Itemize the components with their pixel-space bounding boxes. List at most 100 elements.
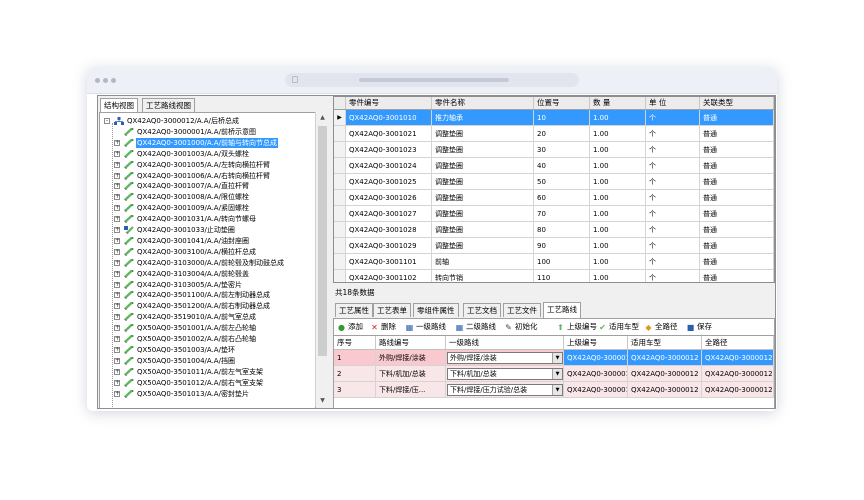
table-row[interactable]: ▶ QX42AQ0-3001010 推力轴承 10 1.00 个普通 [334,110,774,126]
part-icon [124,182,134,191]
chevron-down-icon[interactable]: ▼ [552,353,562,363]
tab-route-view[interactable]: 工艺路线视图 [142,98,195,112]
route-row[interactable]: 1 外购/焊接/涂装 外购/焊接/涂装 ▼ QX42AQ0-3000012 QX42AQ0… [334,350,774,366]
table-row[interactable]: QX42AQ0-3001028 调整垫圈 80 1.00 个普通 [334,222,774,238]
row-indicator[interactable] [334,222,346,238]
expand-icon[interactable]: + [114,292,120,299]
route-cell: 1 [334,350,376,366]
tree-scrollbar[interactable]: ▲ ▼ [315,112,329,407]
column-header[interactable]: 关联类型 [700,97,774,109]
expand-icon[interactable]: + [114,270,120,277]
table-row[interactable]: QX42AQ0-3001029 调整垫圈 90 1.00 个普通 [334,238,774,254]
table-row[interactable]: QX42AQ0-3001023 调整垫圈 30 1.00 个普通 [334,142,774,158]
vehicle-model-button[interactable]: ✔ 适用车型 [598,321,639,333]
row-indicator[interactable] [334,254,346,270]
row-indicator[interactable] [334,270,346,282]
expand-icon[interactable]: + [114,150,120,157]
table-cell: QX42AQ0-3001029 [346,238,432,254]
column-header[interactable]: 适用车型 [628,336,702,349]
expand-icon[interactable]: + [114,216,120,223]
level1-route-dropdown[interactable]: 下料/机加/总装 ▼ [447,368,563,380]
table-row[interactable]: QX42AQ0-3001102 转向节销 110 1.00 个普通 [334,270,774,282]
add-button[interactable]: ● 添加 [337,321,363,333]
table-row[interactable]: QX42AQ0-3001101 前轴 100 1.00 个普通 [334,254,774,270]
row-indicator[interactable]: ▶ [334,110,346,126]
address-bar[interactable] [285,73,579,87]
expand-icon[interactable]: + [114,205,120,212]
table-row[interactable]: QX42AQ0-3001026 调整垫圈 60 1.00 个普通 [334,190,774,206]
table-cell: QX42AQ0-3001010 [346,110,432,126]
column-header[interactable]: 数 量 [590,97,646,109]
expand-icon[interactable]: + [114,379,120,386]
column-header[interactable]: 上级编号 [564,336,628,349]
route-cell[interactable]: 下料/机加/总装 ▼ [446,366,564,382]
expand-icon[interactable]: + [114,390,120,397]
route-cell[interactable]: 外购/焊接/涂装 ▼ [446,350,564,366]
table-row[interactable]: QX42AQ0-3001024 调整垫圈 40 1.00 个普通 [334,158,774,174]
delete-button[interactable]: ✕ 删除 [370,321,396,333]
expand-icon[interactable]: + [114,357,120,364]
tree-node-label: QX42AQ0-3001041/A.A/油封座圈 [137,236,249,245]
collapse-icon[interactable]: - [104,118,110,124]
table-row[interactable]: QX42AQ0-3001025 调整垫圈 50 1.00 个普通 [334,174,774,190]
column-header[interactable]: 路线编号 [376,336,446,349]
tab-process-route[interactable]: 工艺路线 [543,302,581,318]
expand-icon[interactable]: + [114,172,120,179]
parent-number-button[interactable]: ⬆ 上级编号 [556,321,597,333]
route-row[interactable]: 3 下料/焊接/压... 下料/焊接/压力试验/总装 ▼ QX42AQ0-3000012… [334,382,774,398]
scroll-down-icon[interactable]: ▼ [316,395,329,407]
expand-icon[interactable]: + [114,314,120,321]
row-indicator[interactable] [334,126,346,142]
row-indicator[interactable] [334,174,346,190]
expand-icon[interactable]: + [114,346,120,353]
route-cell[interactable]: 下料/焊接/压力试验/总装 ▼ [446,382,564,398]
expand-icon[interactable]: + [114,237,120,244]
route-level2-button[interactable]: ▦ 二级路线 [455,321,496,333]
expand-icon[interactable]: + [114,259,120,266]
expand-icon[interactable]: + [114,336,120,342]
row-indicator[interactable] [334,238,346,254]
column-header[interactable]: 单 位 [646,97,700,109]
tab-process-document[interactable]: 工艺文档 [463,303,501,317]
chevron-down-icon[interactable]: ▼ [552,385,562,395]
tab-process-file[interactable]: 工艺文件 [503,303,541,317]
table-row[interactable]: QX42AQ0-3001021 调整垫圈 20 1.00 个普通 [334,126,774,142]
chevron-down-icon[interactable]: ▼ [552,369,562,379]
expand-icon[interactable]: + [114,183,120,190]
scroll-up-icon[interactable]: ▲ [316,112,329,124]
expand-icon[interactable]: + [114,325,120,332]
row-indicator[interactable] [334,190,346,206]
tab-process-attributes[interactable]: 工艺属性 [335,303,373,317]
expand-icon[interactable]: + [114,194,120,201]
table-row[interactable]: QX42AQ0-3001027 调整垫圈 70 1.00 个普通 [334,206,774,222]
row-indicator[interactable] [334,206,346,222]
expand-icon[interactable]: + [114,139,120,146]
expand-icon[interactable]: + [114,161,120,168]
row-indicator[interactable] [334,158,346,174]
expand-icon[interactable]: + [114,227,120,233]
table-cell: 调整垫圈 [432,142,534,158]
row-indicator[interactable] [334,142,346,158]
expand-icon[interactable]: + [114,368,120,375]
route-row[interactable]: 2 下料/机加/总装 下料/机加/总装 ▼ QX42AQ0-3000012 QX42AQ0… [334,366,774,382]
column-header[interactable]: 位置号 [534,97,590,109]
initialize-button[interactable]: ✎ 初始化 [504,321,537,333]
column-header[interactable]: 全路径 [702,336,774,349]
column-header[interactable]: 序号 [334,336,376,349]
tab-process-form[interactable]: 工艺表单 [373,303,411,317]
level1-route-dropdown[interactable]: 外购/焊接/涂装 ▼ [447,352,563,364]
expand-icon[interactable]: + [114,248,120,255]
column-header[interactable]: 零件编号 [346,97,432,109]
route-level1-button[interactable]: ▦ 一级路线 [405,321,446,333]
column-header[interactable]: 一级路线 [446,336,564,349]
tab-structure-view[interactable]: 结构视图 [100,98,138,113]
column-header[interactable]: 零件名称 [432,97,534,109]
tab-component-attributes[interactable]: 零组件属性 [413,303,459,317]
table-cell: 110 [534,270,590,282]
level1-route-dropdown[interactable]: 下料/焊接/压力试验/总装 ▼ [447,384,563,396]
scroll-thumb[interactable] [318,126,327,356]
expand-icon[interactable]: + [114,281,120,288]
full-path-button[interactable]: ◆ 全路径 [644,321,677,333]
save-button[interactable]: ■ 保存 [686,321,712,333]
expand-icon[interactable]: + [114,303,120,310]
